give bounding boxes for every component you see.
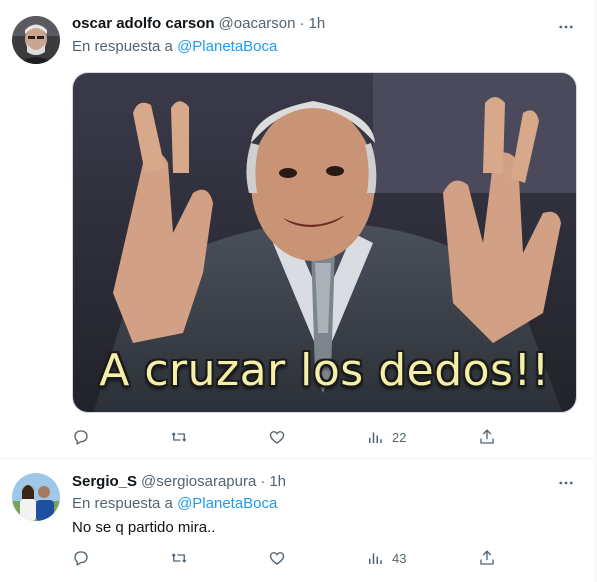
avatar[interactable]: [12, 473, 60, 521]
tweet-oacarson[interactable]: oscar adolfo carson @oacarson · 1h En re…: [0, 0, 597, 459]
like-button[interactable]: [268, 426, 286, 448]
separator-dot: ·: [299, 14, 305, 32]
reply-button[interactable]: [72, 426, 90, 448]
tweet-header: oscar adolfo carson @oacarson · 1h: [72, 13, 325, 33]
reply-prefix: En respuesta a: [72, 495, 173, 512]
reply-mention-link[interactable]: @PlanetaBoca: [177, 495, 277, 512]
reply-context: En respuesta a @PlanetaBoca: [72, 38, 277, 55]
views-count: 43: [392, 550, 407, 566]
share-icon: [480, 550, 494, 565]
display-name[interactable]: Sergio_S: [72, 473, 137, 490]
retweet-button[interactable]: [170, 547, 188, 569]
display-name[interactable]: oscar adolfo carson: [72, 15, 215, 32]
tweet-text: No se q partido mira..: [72, 519, 216, 536]
tweet-actions: 43: [72, 547, 512, 569]
user-handle[interactable]: @oacarson: [219, 15, 296, 32]
tweet-header: Sergio_S @sergiosarapura · 1h: [72, 471, 286, 491]
timestamp[interactable]: 1h: [308, 15, 325, 32]
separator-dot: ·: [260, 472, 266, 490]
tweet-actions: 22: [72, 426, 512, 448]
heart-icon: [269, 431, 285, 444]
tweet-media-image[interactable]: A cruzar los dedos!!: [72, 72, 577, 413]
retweet-button[interactable]: [170, 426, 188, 448]
reply-mention-link[interactable]: @PlanetaBoca: [177, 38, 277, 55]
avatar[interactable]: [12, 16, 60, 64]
share-button[interactable]: [478, 426, 496, 448]
heart-icon: [269, 552, 285, 565]
reply-button[interactable]: [72, 547, 90, 569]
more-icon[interactable]: [555, 472, 577, 494]
reply-context: En respuesta a @PlanetaBoca: [72, 495, 277, 512]
more-icon[interactable]: [555, 16, 577, 38]
meme-caption: A cruzar los dedos!!: [99, 345, 550, 396]
views-button[interactable]: 22: [366, 426, 406, 448]
tweet-sergiosarapura[interactable]: Sergio_S @sergiosarapura · 1h En respues…: [0, 459, 597, 582]
reply-prefix: En respuesta a: [72, 38, 173, 55]
views-count: 22: [392, 429, 407, 445]
retweet-icon: [171, 553, 187, 563]
views-icon: [369, 432, 382, 443]
timestamp[interactable]: 1h: [269, 473, 286, 490]
share-button[interactable]: [478, 547, 496, 569]
views-button[interactable]: 43: [366, 547, 406, 569]
retweet-icon: [171, 432, 187, 442]
share-icon: [480, 429, 494, 444]
user-handle[interactable]: @sergiosarapura: [141, 473, 256, 490]
reply-icon: [74, 430, 88, 445]
views-icon: [369, 553, 382, 564]
reply-icon: [74, 551, 88, 566]
like-button[interactable]: [268, 547, 286, 569]
